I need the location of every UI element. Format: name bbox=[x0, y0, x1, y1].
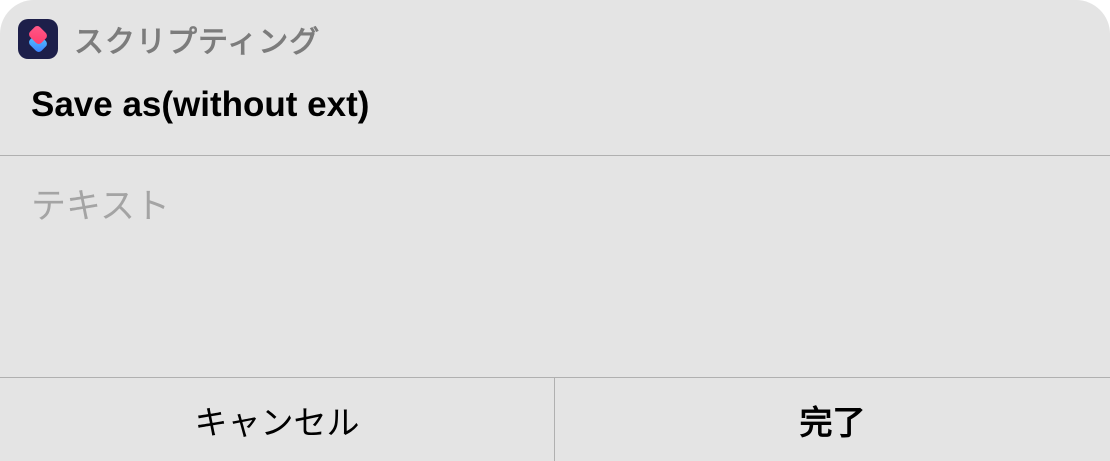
text-input-dialog: スクリプティング Save as(without ext) キャンセル 完了 bbox=[0, 0, 1110, 461]
dialog-header: スクリプティング Save as(without ext) bbox=[0, 0, 1110, 156]
dialog-buttons: キャンセル 完了 bbox=[0, 378, 1110, 461]
cancel-button[interactable]: キャンセル bbox=[0, 378, 554, 461]
shortcuts-app-icon bbox=[18, 19, 58, 59]
app-attribution: スクリプティング bbox=[18, 19, 321, 60]
app-name: スクリプティング bbox=[74, 25, 321, 60]
dialog-title: Save as(without ext) bbox=[31, 85, 370, 124]
done-button[interactable]: 完了 bbox=[555, 378, 1110, 461]
text-input-field[interactable] bbox=[0, 156, 1110, 377]
